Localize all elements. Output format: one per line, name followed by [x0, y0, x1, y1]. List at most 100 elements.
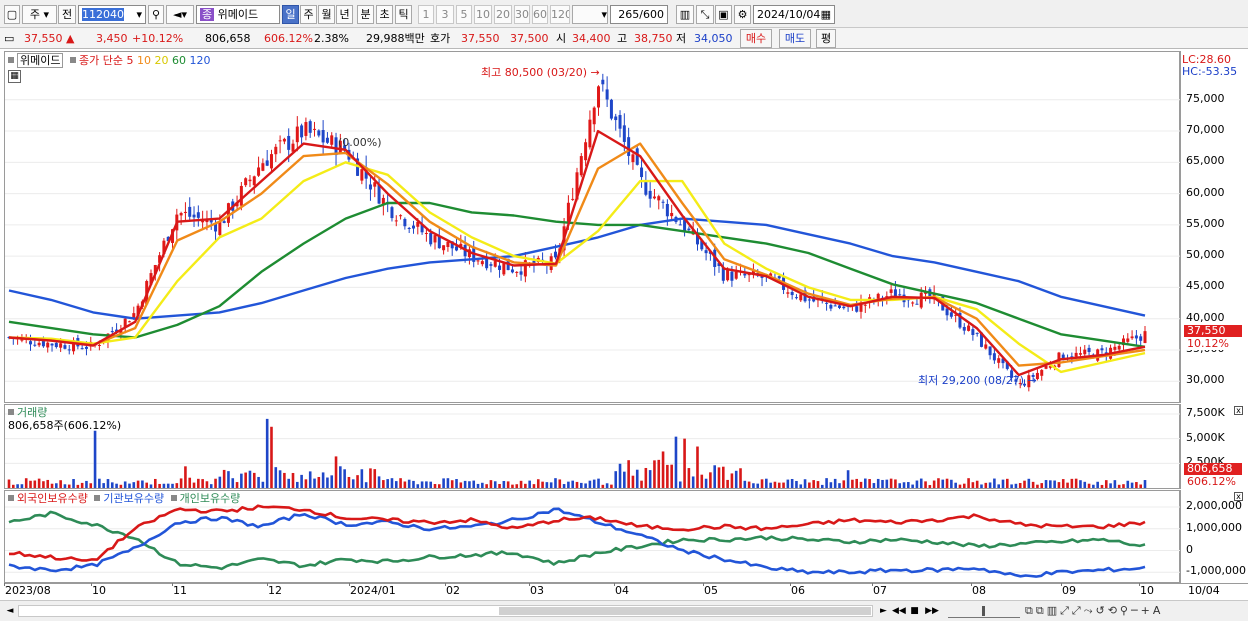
volume-bar [1010, 484, 1013, 488]
scroll-right-icon[interactable]: ► [877, 604, 890, 618]
crosshair-icon[interactable]: ⤡ [696, 5, 714, 24]
volume-bar [1074, 478, 1078, 488]
volume-bar [403, 481, 407, 488]
save-icon[interactable]: ▣ [715, 5, 732, 24]
period-button-4[interactable]: 분 [357, 5, 374, 24]
volume-bar [1100, 484, 1104, 488]
volume-bar [321, 472, 325, 488]
holdings-tick-label: -1,000,000 [1186, 564, 1246, 578]
volume-bar [765, 478, 768, 488]
period-button-6[interactable]: 틱 [395, 5, 412, 24]
volume-bar [1036, 484, 1039, 488]
close-pane-icon[interactable]: x [1234, 406, 1243, 415]
date-input[interactable]: 2024/10/04 ▦ [753, 5, 835, 24]
fast-forward-icon[interactable]: ▶▶ [924, 604, 940, 618]
volume-bar [339, 466, 342, 488]
volume-bar [369, 468, 372, 488]
volume-bar [33, 480, 37, 488]
volume-bar [1070, 478, 1074, 488]
unit-select[interactable]: ▾ [572, 5, 608, 24]
volume-bar [549, 482, 553, 488]
x-axis-tick [529, 583, 530, 586]
grid-toggle-icon[interactable]: ▦ [8, 70, 21, 83]
volume-chart-pane[interactable] [4, 404, 1181, 489]
bid-price: 37,500 [510, 32, 549, 45]
candle-body [244, 178, 248, 186]
interval-button-10[interactable]: 10 [474, 5, 492, 24]
volume-bar [859, 481, 863, 488]
stop-icon[interactable]: ■ [908, 604, 921, 618]
high-label: 고 [617, 32, 628, 45]
price-tick-label: 70,000 [1186, 123, 1225, 137]
low-price: 34,050 [694, 32, 733, 45]
interval-button-1[interactable]: 1 [418, 5, 434, 24]
volume-bar [334, 456, 338, 488]
candle-body [455, 246, 459, 251]
period-button-5[interactable]: 초 [376, 5, 393, 24]
interval-button-120[interactable]: 120 [550, 5, 570, 24]
candle-body [257, 167, 261, 176]
zoom-slider[interactable] [948, 604, 1020, 618]
search-icon[interactable]: ⚲ [148, 5, 164, 24]
volume-bar [270, 426, 273, 488]
period-button-0[interactable]: 일 [282, 5, 299, 24]
scroll-left-icon[interactable]: ◄ [4, 604, 16, 618]
buy-button[interactable]: 매수 [740, 29, 772, 48]
speaker-icon[interactable]: ◄▾ [166, 5, 194, 24]
volume-bar [648, 470, 652, 488]
period-button-2[interactable]: 월 [318, 5, 335, 24]
price-chart-pane[interactable] [4, 51, 1181, 403]
window-menu-icon[interactable]: ▢ [4, 5, 20, 24]
volume-bar [394, 481, 398, 488]
gear-icon[interactable]: ⚙ [734, 5, 751, 24]
volume-bar [511, 484, 514, 488]
chart-settings-icon[interactable]: ▥ [676, 5, 694, 24]
volume-bar [1139, 484, 1142, 488]
candle-body [493, 261, 497, 267]
stock-code-input[interactable]: 112040 ▾ [78, 5, 146, 24]
holdings-tick-label: 2,000,000 [1186, 499, 1242, 513]
volume-bar [463, 480, 467, 488]
volume-bar [1040, 483, 1044, 488]
range-input[interactable]: 265/600 [610, 5, 668, 24]
scrollbar-track[interactable] [18, 605, 873, 617]
stock-name-field[interactable]: 종 위메이드 [196, 5, 280, 24]
volume-bar [171, 483, 174, 488]
candle-body [368, 184, 372, 190]
interval-button-20[interactable]: 20 [494, 5, 512, 24]
volume-tick-label: 5,000K [1186, 430, 1225, 444]
volume-bar [377, 476, 381, 488]
candle-body [429, 233, 433, 245]
volume-bar [42, 481, 45, 488]
drawing-tools[interactable]: ⧉⧉▥⤢⤢⤳↺⟲⚲─+A [1025, 603, 1240, 619]
prev-button[interactable]: 전 [58, 5, 76, 24]
interval-button-30[interactable]: 30 [514, 5, 530, 24]
hc-label: HC:-53.35 [1182, 65, 1238, 78]
volume-bar [1001, 479, 1005, 488]
interval-button-3[interactable]: 3 [436, 5, 454, 24]
price-tick-label: 65,000 [1186, 154, 1225, 168]
close-pane-icon[interactable]: x [1234, 492, 1243, 501]
volume-bar [954, 482, 957, 488]
scrollbar-thumb[interactable] [499, 607, 871, 615]
volume-bar [1083, 481, 1087, 488]
market-type-select[interactable]: 주 ▾ [22, 5, 57, 24]
interval-button-60[interactable]: 60 [532, 5, 548, 24]
price-tick-label: 30,000 [1186, 373, 1225, 387]
volume-bar [218, 476, 222, 488]
legend-square-icon [170, 495, 177, 501]
x-axis-tick [349, 583, 350, 586]
bottom-bar: ◄ ► ◀◀ ■ ▶▶ ⧉⧉▥⤢⤢⤳↺⟲⚲─+A [0, 600, 1248, 621]
rewind-icon[interactable]: ◀◀ [892, 604, 906, 618]
volume-bar [747, 481, 751, 488]
zoom-slider-handle[interactable] [982, 606, 985, 616]
candle-body [127, 321, 131, 323]
period-button-3[interactable]: 년 [336, 5, 353, 24]
volume-bar [958, 484, 962, 488]
period-button-1[interactable]: 주 [300, 5, 317, 24]
sell-button[interactable]: 매도 [779, 29, 811, 48]
interval-button-5[interactable]: 5 [456, 5, 472, 24]
average-button[interactable]: 평 [816, 29, 836, 48]
volume: 806,658 [205, 32, 251, 45]
candle-body [84, 346, 88, 349]
